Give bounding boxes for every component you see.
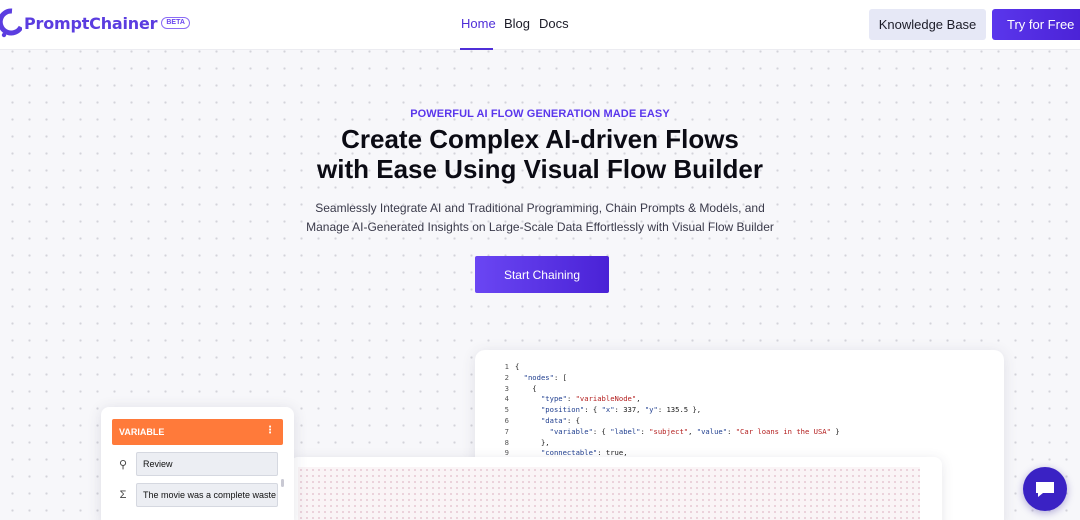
hero-headline-line-1: Create Complex AI-driven Flows [341,124,739,154]
code-text: { [515,362,520,371]
line-number: 3 [504,383,509,393]
code-text: "position": { "x": 337, "y": 135.5 }, [540,405,702,415]
code-line: 8 }, [475,438,1004,449]
hero-eyebrow: POWERFUL AI FLOW GENERATION MADE EASY [410,108,670,120]
active-nav-indicator [460,48,493,50]
nav-docs[interactable]: Docs [539,16,569,31]
hero-headline: Create Complex AI-driven Flows with Ease… [0,124,1080,184]
code-line: 3 { [475,384,1004,395]
code-text: "nodes": [ [523,372,567,382]
hero-headline-line-2: with Ease Using Visual Flow Builder [317,154,763,184]
sigma-icon: Σ [119,489,127,501]
line-number: 5 [504,405,509,415]
brand-name: PromptChainer [24,13,158,33]
beta-badge: BETA [161,17,190,29]
code-lines: 1{2 "nodes": [3 {4 "type": "variableNode… [475,362,1004,459]
code-line: 4 "type": "variableNode", [475,394,1004,405]
code-text: { [515,383,537,393]
variable-row-value: Σ The movie was a complete waste [112,482,283,508]
hero-subheadline-line-1: Seamlessly Integrate AI and Traditional … [315,201,765,215]
nav-home[interactable]: Home [461,16,496,31]
site-header: PromptChainer BETA Home Blog Docs Knowle… [0,0,1080,50]
hero-subheadline-line-2: Manage AI-Generated Insights on Large-Sc… [306,220,774,234]
line-number: 8 [504,437,509,447]
line-number: 6 [504,415,509,425]
chain-logo-icon [0,8,22,38]
knowledge-base-button[interactable]: Knowledge Base [869,9,986,40]
variable-key-icon: ⚲ [118,458,128,471]
nav-blog[interactable]: Blog [504,16,530,31]
flow-canvas-grid [298,467,920,520]
code-line: 5 "position": { "x": 337, "y": 135.5 }, [475,405,1004,416]
code-line: 1{ [475,362,1004,373]
code-line: 6 "data": { [475,416,1004,427]
line-number: 1 [504,362,509,371]
code-text: "data": { [540,415,580,425]
code-text: "type": "variableNode", [540,394,641,404]
try-for-free-button[interactable]: Try for Free [992,9,1080,40]
variable-node-card[interactable]: VARIABLE ⋮ ⚲ Review Σ The movie was a co… [101,407,294,520]
brand-logo[interactable]: PromptChainer BETA [0,8,190,38]
code-line: 2 "nodes": [ [475,373,1004,384]
start-chaining-button[interactable]: Start Chaining [475,256,609,293]
chat-bubble-icon [1036,482,1054,497]
line-number: 7 [504,426,509,436]
code-text: }, [515,437,550,447]
code-line: 7 "variable": { "label": "subject", "val… [475,427,1004,438]
variable-node-header: VARIABLE ⋮ [112,419,283,445]
line-number: 4 [504,394,509,404]
code-text: "variable": { "label": "subject", "value… [549,426,840,436]
variable-value-field[interactable]: The movie was a complete waste [136,483,278,507]
more-options-icon[interactable]: ⋮ [265,425,275,437]
variable-row-label: ⚲ Review [112,451,283,477]
line-number: 2 [504,372,509,382]
node-output-handle[interactable] [281,479,284,487]
chat-widget-button[interactable] [1023,467,1067,511]
variable-node-title: VARIABLE [119,427,165,437]
variable-label-field[interactable]: Review [136,452,278,476]
hero-subheadline: Seamlessly Integrate AI and Traditional … [0,199,1080,237]
flow-canvas-preview [290,457,942,520]
